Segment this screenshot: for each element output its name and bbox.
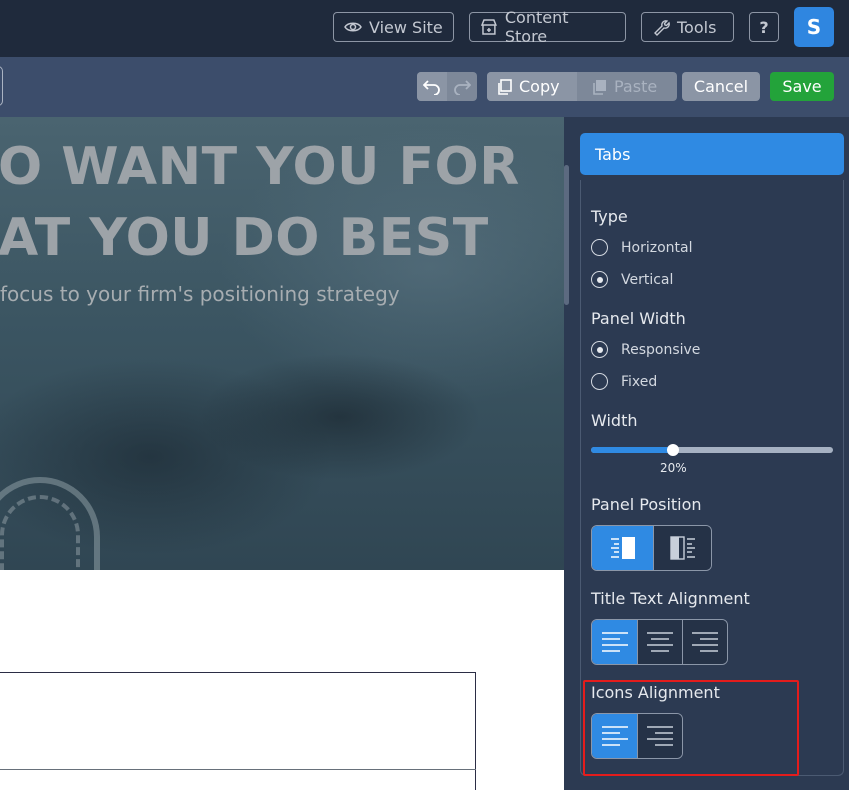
- type-option-vertical-label: Vertical: [621, 271, 674, 288]
- save-button[interactable]: Save: [770, 72, 834, 101]
- panel-position-segmented: [591, 525, 712, 571]
- type-label: Type: [591, 207, 628, 226]
- title-align-right-button[interactable]: [682, 620, 727, 664]
- panel-position-left-button[interactable]: [592, 526, 653, 570]
- paste-button[interactable]: Paste: [582, 72, 677, 101]
- wrench-icon: [654, 20, 670, 36]
- radio-checked-icon[interactable]: [591, 271, 608, 288]
- view-site-label: View Site: [369, 17, 443, 37]
- width-slider-value: 20%: [660, 461, 687, 475]
- cancel-button[interactable]: Cancel: [682, 72, 760, 101]
- undo-icon: [423, 79, 440, 95]
- canvas-scrollbar-thumb[interactable]: [564, 165, 569, 305]
- panel-width-option-fixed[interactable]: Fixed: [591, 373, 657, 390]
- panel-position-label: Panel Position: [591, 495, 702, 514]
- panel-width-option-fixed-label: Fixed: [621, 373, 658, 390]
- align-right-icon: [692, 632, 718, 652]
- editor-toolbar: Copy Paste Cancel Save: [0, 57, 849, 117]
- avatar-initial: S: [806, 15, 822, 39]
- top-bar: View Site Content Store Tools ? S: [0, 0, 849, 57]
- help-label: ?: [759, 17, 769, 37]
- tabs-block-outline[interactable]: [0, 672, 476, 790]
- store-icon: [480, 19, 497, 35]
- width-slider-handle[interactable]: [667, 444, 679, 456]
- tools-label: Tools: [677, 17, 717, 37]
- copy-label: Copy: [519, 77, 560, 96]
- undo-redo-group: [417, 72, 477, 101]
- content-store-label: Content Store: [504, 8, 569, 46]
- hero-heading-line1: O WANT YOU FOR: [0, 137, 520, 197]
- tabs-block-divider: [0, 769, 476, 770]
- icons-alignment-highlight: [583, 680, 799, 776]
- radio-icon[interactable]: [591, 239, 608, 256]
- title-text-alignment-segmented: [591, 619, 728, 665]
- redo-button[interactable]: [447, 72, 477, 101]
- panel-width-option-responsive-label: Responsive: [621, 341, 701, 358]
- title-text-alignment-label: Title Text Alignment: [591, 589, 750, 608]
- panel-width-label: Panel Width: [591, 309, 686, 328]
- hero-heading-line2: AT YOU DO BEST: [0, 208, 489, 268]
- paste-label: Paste: [614, 77, 658, 96]
- title-align-center-button[interactable]: [637, 620, 682, 664]
- type-option-horizontal-label: Horizontal: [621, 239, 693, 256]
- hero-background-object: [0, 495, 80, 570]
- hero-subtitle: focus to your firm's positioning strateg…: [0, 282, 400, 306]
- hero-banner: O WANT YOU FOR AT YOU DO BEST focus to y…: [0, 117, 564, 570]
- eye-icon: [344, 22, 362, 32]
- width-label: Width: [591, 411, 638, 430]
- avatar[interactable]: S: [794, 7, 834, 47]
- content-store-button[interactable]: Content Store: [469, 8, 626, 46]
- align-center-icon: [647, 632, 673, 652]
- width-slider-fill: [591, 447, 673, 453]
- toolbar-left-control[interactable]: [0, 66, 3, 106]
- panel-left-icon: [610, 537, 635, 559]
- panel-width-option-responsive[interactable]: Responsive: [591, 341, 700, 358]
- undo-button[interactable]: [417, 72, 447, 101]
- paste-icon: [593, 79, 606, 95]
- view-site-button[interactable]: View Site: [333, 12, 454, 42]
- align-left-icon: [601, 632, 628, 652]
- copy-button[interactable]: Copy: [487, 72, 577, 101]
- copy-icon: [498, 78, 512, 95]
- type-option-horizontal[interactable]: Horizontal: [591, 239, 692, 256]
- tools-button[interactable]: Tools: [641, 12, 734, 42]
- title-align-left-button[interactable]: [592, 620, 637, 664]
- help-button[interactable]: ?: [749, 12, 779, 42]
- radio-icon[interactable]: [591, 373, 608, 390]
- redo-icon: [454, 79, 471, 95]
- type-option-vertical[interactable]: Vertical: [591, 271, 673, 288]
- panel-right-icon: [669, 536, 695, 560]
- radio-checked-icon[interactable]: [591, 341, 608, 358]
- tabs-panel-header[interactable]: Tabs: [580, 133, 844, 175]
- panel-position-right-button[interactable]: [653, 526, 711, 570]
